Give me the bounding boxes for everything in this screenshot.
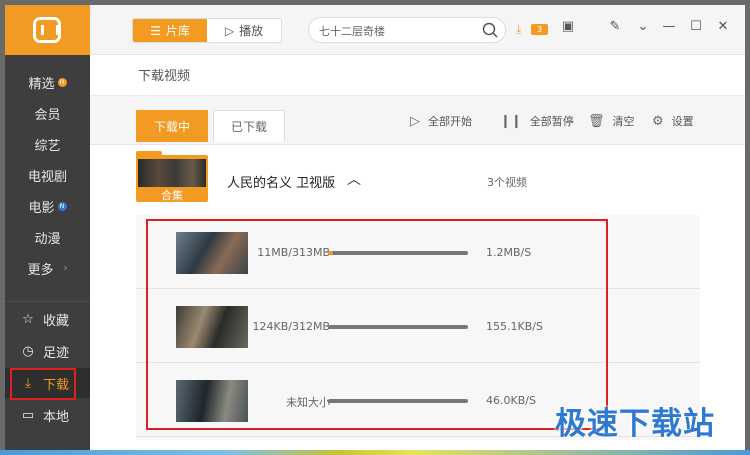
list-icon: ☰ xyxy=(150,23,161,38)
collapse-chevron-icon[interactable]: ︿ xyxy=(347,169,361,189)
skin-icon[interactable]: ✎ xyxy=(607,19,623,35)
minimize-icon[interactable]: — xyxy=(661,19,677,35)
hot-badge: H xyxy=(57,77,67,87)
collection-thumbnail: 合集 xyxy=(136,151,208,202)
app-window: 精选 H 会员 综艺 电视剧 电影 N 动漫 更多 › ☆ 收藏 ◷ 足迹 ⤓ 下载 ▭ 本地… xyxy=(0,0,750,455)
gear-icon: ⚙ xyxy=(652,113,664,129)
download-count-badge: 3 xyxy=(531,24,548,35)
download-manager-icon[interactable]: ⤓ xyxy=(516,22,521,37)
search-input[interactable]: 七十二层奇楼 xyxy=(308,17,506,43)
download-tabs-bar: 下载中 已下载 ▷ 全部开始 ❙❙ 全部暂停 🗑 清空 ⚙ 设置 xyxy=(90,95,745,145)
group-video-count: 3个视频 xyxy=(487,176,527,189)
menu-chevron-icon[interactable]: ⌄ xyxy=(635,19,651,35)
download-group[interactable]: 合集 人民的名义 卫视版 ︿ 3个视频 xyxy=(90,145,745,215)
highlight-box-downloads xyxy=(146,219,608,430)
tab-library[interactable]: ☰ 片库 xyxy=(133,19,207,42)
pause-icon: ❙❙ xyxy=(500,113,522,129)
top-toolbar: ☰ 片库 ▷ 播放 七十二层奇楼 ⤓ 3 ▣ ✎ ⌄ — ☐ ✕ xyxy=(90,5,745,55)
page-title: 下载视频 xyxy=(138,69,191,84)
collection-badge: 合集 xyxy=(161,189,183,202)
tab-downloaded[interactable]: 已下载 xyxy=(213,110,285,142)
sidebar-item-variety[interactable]: 综艺 xyxy=(5,129,90,159)
sidebar-item-favorites[interactable]: ☆ 收藏 xyxy=(5,304,90,334)
play-icon: ▷ xyxy=(224,23,235,38)
sidebar-item-more[interactable]: 更多 › xyxy=(5,253,90,283)
folder-icon: ▭ xyxy=(21,407,35,423)
sidebar-item-local[interactable]: ▭ 本地 xyxy=(5,400,90,430)
mode-switch: ☰ 片库 ▷ 播放 xyxy=(132,18,282,43)
cast-image xyxy=(138,159,206,187)
sidebar-divider xyxy=(5,301,90,302)
highlight-box-download xyxy=(10,368,76,400)
tab-downloading[interactable]: 下载中 xyxy=(136,110,208,142)
pause-all-button[interactable]: ❙❙ 全部暂停 xyxy=(500,113,574,129)
close-icon[interactable]: ✕ xyxy=(715,19,731,35)
clock-icon: ◷ xyxy=(22,343,34,359)
logo-icon xyxy=(33,17,61,43)
new-badge: N xyxy=(57,201,67,211)
search-icon[interactable] xyxy=(481,21,499,39)
sidebar-item-history[interactable]: ◷ 足迹 xyxy=(5,336,90,366)
app-logo[interactable] xyxy=(5,5,90,55)
play-icon: ▷ xyxy=(410,113,420,129)
group-title: 人民的名义 卫视版 xyxy=(227,176,336,191)
settings-button[interactable]: ⚙ 设置 xyxy=(652,113,694,129)
trash-icon: 🗑 xyxy=(588,113,605,129)
desktop-background xyxy=(0,450,750,455)
star-icon: ☆ xyxy=(22,311,34,327)
watermark: 极速下载站 xyxy=(555,406,715,442)
sidebar-item-movie[interactable]: 电影 N xyxy=(5,191,90,221)
maximize-icon[interactable]: ☐ xyxy=(688,19,704,35)
gift-icon[interactable]: ▣ xyxy=(560,19,576,35)
sidebar-item-featured[interactable]: 精选 H xyxy=(5,67,90,97)
tab-play[interactable]: ▷ 播放 xyxy=(207,19,281,42)
clear-button[interactable]: 🗑 清空 xyxy=(588,113,635,129)
sidebar-item-anime[interactable]: 动漫 xyxy=(5,222,90,252)
start-all-button[interactable]: ▷ 全部开始 xyxy=(410,113,472,129)
chevron-right-icon: › xyxy=(63,262,68,274)
sidebar-item-tv[interactable]: 电视剧 xyxy=(5,160,90,190)
sidebar-item-vip[interactable]: 会员 xyxy=(5,98,90,128)
